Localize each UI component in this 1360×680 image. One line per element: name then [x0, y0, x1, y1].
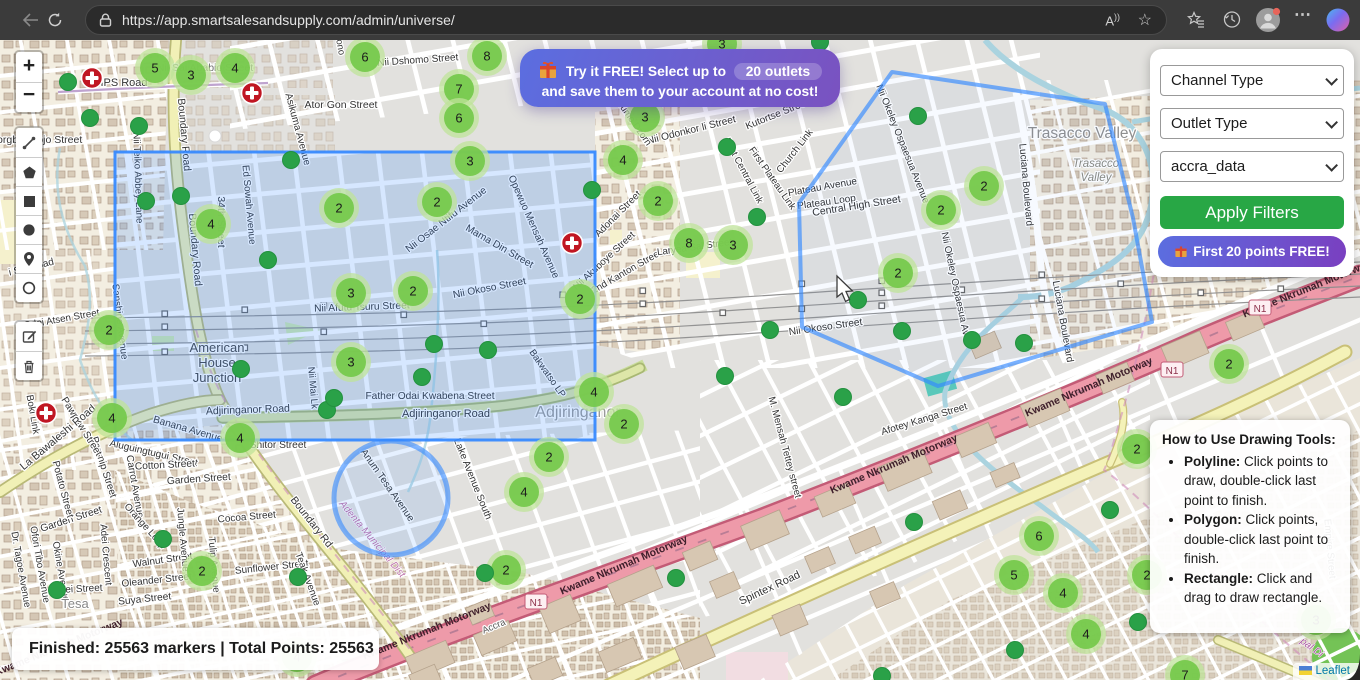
svg-text:N1: N1: [1254, 304, 1267, 315]
svg-text:4: 4: [1082, 627, 1089, 642]
svg-text:Tesa: Tesa: [61, 596, 89, 611]
svg-text:2: 2: [1133, 442, 1140, 457]
svg-text:4: 4: [590, 385, 597, 400]
svg-text:3: 3: [347, 286, 354, 301]
svg-text:3: 3: [641, 110, 648, 125]
svg-text:6: 6: [361, 50, 368, 65]
svg-text:3: 3: [466, 154, 473, 169]
svg-text:2: 2: [433, 195, 440, 210]
svg-text:4: 4: [1059, 586, 1066, 601]
svg-text:4: 4: [520, 485, 527, 500]
svg-text:N1: N1: [530, 598, 543, 609]
svg-text:2: 2: [576, 292, 583, 307]
svg-text:2: 2: [980, 179, 987, 194]
svg-text:2: 2: [335, 201, 342, 216]
svg-text:3: 3: [729, 238, 736, 253]
svg-text:4: 4: [207, 217, 214, 232]
svg-text:8: 8: [483, 49, 490, 64]
svg-text:6: 6: [455, 111, 462, 126]
svg-text:2: 2: [620, 417, 627, 432]
svg-text:2: 2: [545, 450, 552, 465]
svg-text:2: 2: [105, 323, 112, 338]
svg-text:4: 4: [231, 61, 238, 76]
svg-text:2: 2: [409, 284, 416, 299]
svg-text:5: 5: [151, 61, 158, 76]
svg-text:7: 7: [455, 82, 462, 97]
svg-text:4: 4: [619, 153, 626, 168]
svg-text:2: 2: [502, 563, 509, 578]
svg-text:2: 2: [937, 203, 944, 218]
svg-text:7: 7: [1181, 668, 1188, 680]
svg-text:4: 4: [236, 431, 243, 446]
svg-text:3: 3: [187, 68, 194, 83]
svg-text:N1: N1: [1166, 366, 1179, 377]
svg-text:2: 2: [894, 266, 901, 281]
svg-text:8: 8: [685, 236, 692, 251]
svg-text:6: 6: [1035, 529, 1042, 544]
svg-text:4: 4: [108, 411, 115, 426]
svg-text:Ator Gon Street: Ator Gon Street: [305, 99, 378, 111]
svg-text:2: 2: [654, 194, 661, 209]
svg-text:5: 5: [1010, 568, 1017, 583]
svg-text:2: 2: [198, 564, 205, 579]
svg-text:2: 2: [1225, 357, 1232, 372]
svg-text:3: 3: [347, 355, 354, 370]
